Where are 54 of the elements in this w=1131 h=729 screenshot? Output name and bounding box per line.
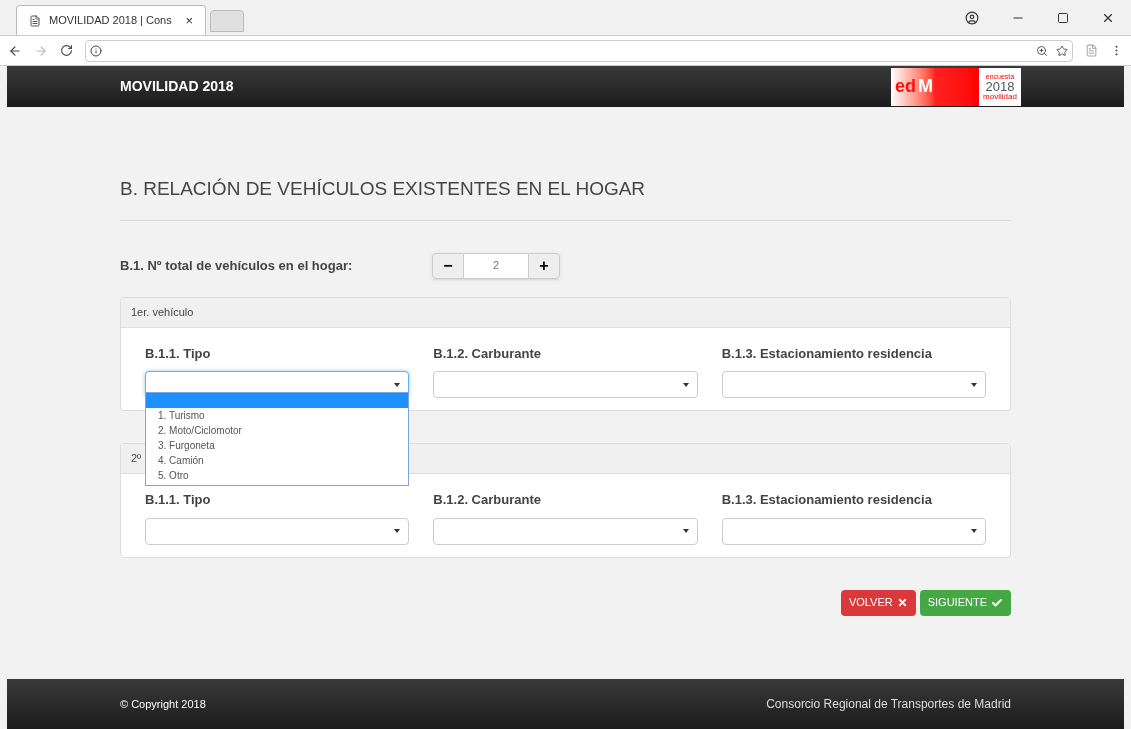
close-icon[interactable]: × xyxy=(185,10,193,31)
section-title: B. RELACIÓN DE VEHÍCULOS EXISTENTES EN EL HOGAR xyxy=(120,175,1011,221)
check-icon xyxy=(991,596,1003,609)
field-label: B.1.2. Carburante xyxy=(433,491,542,509)
reload-icon[interactable] xyxy=(60,44,73,57)
caret-icon xyxy=(971,529,977,533)
dropdown-option[interactable]: 3. Furgoneta xyxy=(146,437,409,453)
organization-text: Consorcio Regional de Transportes de Madrid xyxy=(766,696,1011,713)
address-field[interactable] xyxy=(85,39,1073,62)
extension-icon[interactable] xyxy=(1085,44,1098,57)
select-field[interactable] xyxy=(721,371,986,398)
dropdown-option[interactable]: 4. Camión xyxy=(146,452,409,468)
logo-text: 2018 xyxy=(985,79,1015,93)
select-field[interactable] xyxy=(145,517,410,545)
panel-title: 2º xyxy=(131,451,142,467)
dropdown-option[interactable]: 5. Otro xyxy=(146,467,409,483)
caret-icon xyxy=(394,382,401,387)
select-field[interactable] xyxy=(433,371,698,398)
total-label: B.1. Nº total de vehículos en el hogar: xyxy=(120,256,354,275)
page-icon xyxy=(29,14,41,27)
info-icon xyxy=(90,44,102,57)
dropdown-option[interactable]: 2. Moto/Ciclomotor xyxy=(146,422,409,438)
logo-text: movilidad xyxy=(983,92,1017,101)
select-field[interactable] xyxy=(433,517,698,545)
new-tab-button[interactable] xyxy=(210,10,244,32)
zoom-icon[interactable] xyxy=(1036,44,1048,57)
site-title: MOVILIDAD 2018 xyxy=(120,77,234,96)
panel-title: 1er. vehículo xyxy=(131,304,194,320)
field-label: B.1.1. Tipo xyxy=(145,491,212,509)
back-icon[interactable] xyxy=(8,43,22,58)
restore-icon[interactable] xyxy=(1057,11,1069,24)
copyright-text: © Copyright 2018 xyxy=(120,696,206,712)
profile-icon[interactable] xyxy=(965,10,979,25)
field-label: B.1.1. Tipo xyxy=(145,344,212,363)
caret-icon xyxy=(682,382,689,387)
tab-title: MOVILIDAD 2018 | Cons xyxy=(49,13,173,29)
decrement-button[interactable]: − xyxy=(432,252,464,279)
select-field[interactable] xyxy=(721,517,986,545)
logo-text: M xyxy=(918,75,933,98)
increment-button[interactable]: + xyxy=(528,252,560,279)
browser-tab[interactable]: MOVILIDAD 2018 | Cons × xyxy=(16,5,206,35)
cross-icon xyxy=(896,597,908,608)
back-button[interactable]: VOLVER xyxy=(840,589,916,616)
field-label: B.1.3. Estacionamiento residencia xyxy=(721,344,933,363)
logo-text: ed xyxy=(895,75,916,98)
count-field[interactable]: 2 xyxy=(464,252,528,279)
star-icon[interactable] xyxy=(1056,44,1068,57)
forward-icon[interactable] xyxy=(34,43,48,58)
dropdown-option[interactable]: 1. Turismo xyxy=(146,407,409,423)
caret-icon xyxy=(394,529,401,533)
caret-icon xyxy=(971,382,977,387)
field-label: B.1.2. Carburante xyxy=(433,344,542,363)
caret-icon xyxy=(682,529,689,533)
field-label: B.1.3. Estacionamiento residencia xyxy=(721,491,933,509)
